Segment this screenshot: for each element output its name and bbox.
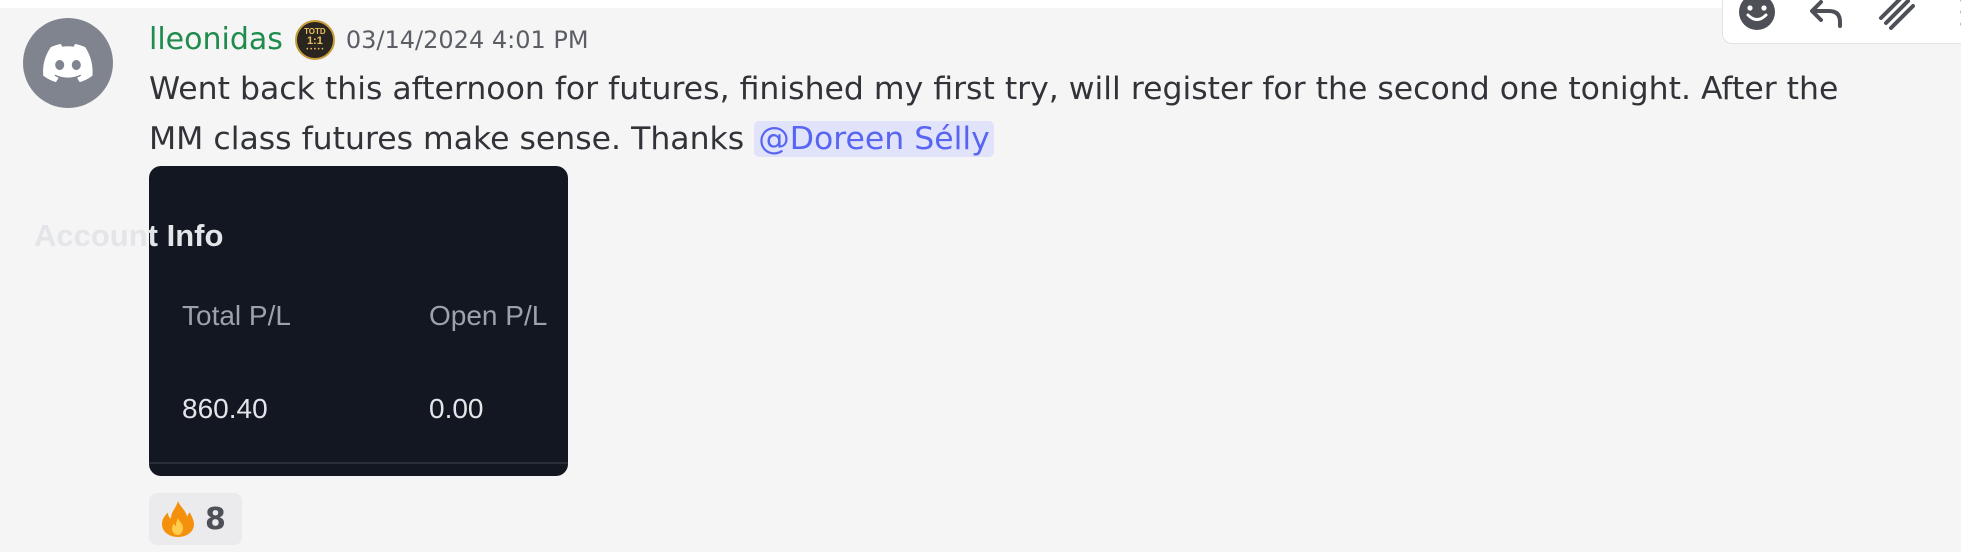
message-action-toolbar [1722, 0, 1961, 44]
reply-icon [1810, 0, 1842, 28]
username[interactable]: lleonidas [149, 25, 283, 55]
avatar[interactable] [23, 18, 113, 108]
reply-button[interactable] [1807, 0, 1847, 35]
discord-logo-icon [43, 44, 93, 82]
attachment-label-open-pl: Open P/L [429, 300, 548, 331]
super-reaction-icon [1879, 0, 1915, 30]
message-content: Went back this afternoon for futures, fi… [149, 64, 1889, 164]
role-badge-icon[interactable]: TOTD 1:1 • • • • • [294, 20, 335, 60]
add-reaction-button[interactable] [1737, 0, 1777, 35]
more-button[interactable] [1947, 0, 1961, 35]
attachment-divider [149, 462, 568, 464]
timestamp[interactable]: 03/14/2024 4:01 PM [346, 28, 589, 52]
badge-bottom-text: • • • • • [306, 46, 324, 53]
fire-icon [162, 501, 194, 537]
super-reaction-button[interactable] [1877, 0, 1917, 35]
message-header: lleonidas TOTD 1:1 • • • • • 03/14/2024 … [149, 18, 589, 62]
attachment-title: Account Info [34, 218, 224, 253]
attachment-value-total-pl: 860.40 [182, 393, 268, 424]
reaction-fire[interactable]: 8 [149, 493, 242, 545]
badge-middle-text: 1:1 [306, 34, 323, 47]
attachment-label-total-pl: Total P/L [182, 300, 291, 331]
attachment-value-open-pl: 0.00 [429, 393, 484, 424]
chat-message: lleonidas TOTD 1:1 • • • • • 03/14/2024 … [0, 0, 1961, 552]
reaction-count: 8 [205, 501, 226, 537]
user-mention[interactable]: @Doreen Sélly [754, 121, 994, 157]
more-icon [1960, 0, 1961, 26]
add-reaction-icon [1739, 0, 1775, 30]
